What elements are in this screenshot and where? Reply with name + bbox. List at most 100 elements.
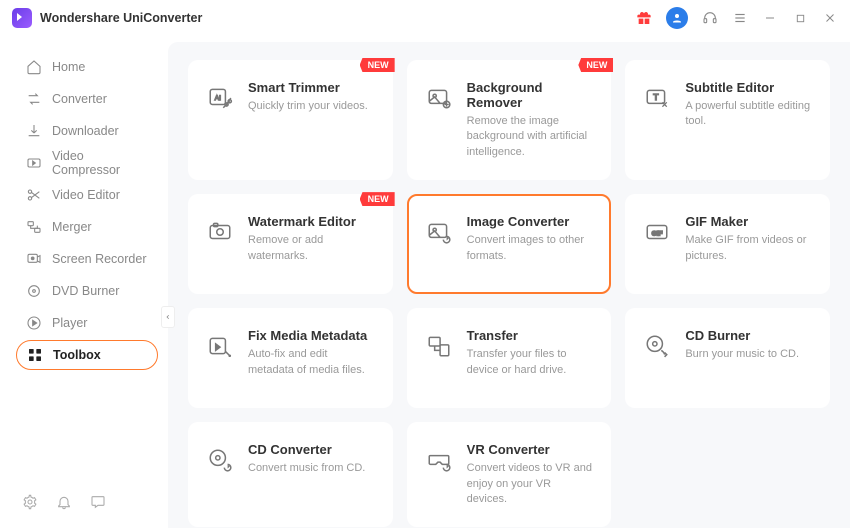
tool-watermark-editor[interactable]: NEW Watermark Editor Remove or add water…	[188, 194, 393, 294]
tool-cd-converter[interactable]: CD Converter Convert music from CD.	[188, 422, 393, 527]
svg-text:AI: AI	[215, 95, 221, 102]
content-area: NEW AI Smart Trimmer Quickly trim your v…	[168, 42, 850, 528]
home-icon	[26, 59, 42, 75]
tool-title: Smart Trimmer	[248, 80, 368, 95]
tool-desc: Convert videos to VR and enjoy on your V…	[467, 461, 594, 507]
tool-desc: Make GIF from videos or pictures.	[685, 233, 812, 264]
gift-icon[interactable]	[636, 10, 652, 26]
sidebar-item-home[interactable]: Home	[16, 52, 158, 82]
tool-desc: A powerful subtitle editing tool.	[685, 99, 812, 130]
subtitle-icon: T	[643, 84, 671, 112]
user-avatar-icon[interactable]	[666, 7, 688, 29]
merger-icon	[26, 219, 42, 235]
settings-icon[interactable]	[22, 494, 38, 510]
smart-trimmer-icon: AI	[206, 84, 234, 112]
sidebar-item-player[interactable]: Player	[16, 308, 158, 338]
vr-icon	[425, 446, 453, 474]
bell-icon[interactable]	[56, 494, 72, 510]
play-icon	[26, 315, 42, 331]
sidebar-item-video-compressor[interactable]: Video Compressor	[16, 148, 158, 178]
sidebar-item-label: Video Editor	[52, 188, 120, 202]
comment-icon[interactable]	[90, 494, 106, 510]
app-title: Wondershare UniConverter	[40, 11, 202, 25]
sidebar-item-dvd-burner[interactable]: DVD Burner	[16, 276, 158, 306]
tool-desc: Quickly trim your videos.	[248, 99, 368, 114]
tool-vr-converter[interactable]: VR Converter Convert videos to VR and en…	[407, 422, 612, 527]
tool-image-converter[interactable]: Image Converter Convert images to other …	[407, 194, 612, 294]
background-remover-icon	[425, 84, 453, 112]
sidebar-item-screen-recorder[interactable]: Screen Recorder	[16, 244, 158, 274]
metadata-icon	[206, 332, 234, 360]
tool-smart-trimmer[interactable]: NEW AI Smart Trimmer Quickly trim your v…	[188, 60, 393, 180]
sidebar-item-video-editor[interactable]: Video Editor	[16, 180, 158, 210]
tool-gif-maker[interactable]: GIF GIF Maker Make GIF from videos or pi…	[625, 194, 830, 294]
tool-desc: Auto-fix and edit metadata of media file…	[248, 347, 375, 378]
svg-text:T: T	[654, 92, 660, 102]
tool-title: GIF Maker	[685, 214, 812, 229]
headset-icon[interactable]	[702, 10, 718, 26]
cd-converter-icon	[206, 446, 234, 474]
sidebar-nav: Home Converter Downloader	[0, 52, 168, 484]
titlebar-left: Wondershare UniConverter	[12, 8, 202, 28]
collapse-sidebar-button[interactable]	[161, 306, 175, 328]
main-area: Home Converter Downloader	[0, 36, 850, 528]
sidebar-item-label: DVD Burner	[52, 284, 119, 298]
image-converter-icon	[425, 218, 453, 246]
tool-title: Transfer	[467, 328, 594, 343]
app-window: Wondershare UniConverter	[0, 0, 850, 528]
watermark-icon	[206, 218, 234, 246]
sidebar-item-label: Merger	[52, 220, 92, 234]
tool-desc: Convert images to other formats.	[467, 233, 594, 264]
compress-icon	[26, 155, 42, 171]
tool-cd-burner[interactable]: CD Burner Burn your music to CD.	[625, 308, 830, 408]
tools-grid: NEW AI Smart Trimmer Quickly trim your v…	[188, 60, 830, 527]
tool-title: Subtitle Editor	[685, 80, 812, 95]
close-icon[interactable]	[822, 10, 838, 26]
cd-burner-icon	[643, 332, 671, 360]
sidebar-footer	[0, 484, 168, 520]
tool-title: Watermark Editor	[248, 214, 375, 229]
converter-icon	[26, 91, 42, 107]
tool-title: Image Converter	[467, 214, 594, 229]
sidebar-item-toolbox[interactable]: Toolbox	[16, 340, 158, 370]
new-badge: NEW	[578, 58, 613, 72]
tool-title: Fix Media Metadata	[248, 328, 375, 343]
sidebar-item-label: Downloader	[52, 124, 119, 138]
sidebar: Home Converter Downloader	[0, 36, 168, 528]
maximize-icon[interactable]	[792, 10, 808, 26]
tool-desc: Convert music from CD.	[248, 461, 365, 476]
titlebar-right	[636, 7, 838, 29]
tool-transfer[interactable]: Transfer Transfer your files to device o…	[407, 308, 612, 408]
toolbox-icon	[27, 347, 43, 363]
record-icon	[26, 251, 42, 267]
tool-desc: Burn your music to CD.	[685, 347, 799, 362]
app-logo-icon	[12, 8, 32, 28]
tool-title: CD Burner	[685, 328, 799, 343]
new-badge: NEW	[360, 192, 395, 206]
tool-title: CD Converter	[248, 442, 365, 457]
scissors-icon	[26, 187, 42, 203]
tool-fix-metadata[interactable]: Fix Media Metadata Auto-fix and edit met…	[188, 308, 393, 408]
minimize-icon[interactable]	[762, 10, 778, 26]
tool-desc: Remove the image background with artific…	[467, 114, 594, 160]
sidebar-item-converter[interactable]: Converter	[16, 84, 158, 114]
sidebar-item-label: Screen Recorder	[52, 252, 147, 266]
menu-icon[interactable]	[732, 10, 748, 26]
tool-title: Background Remover	[467, 80, 594, 110]
sidebar-item-merger[interactable]: Merger	[16, 212, 158, 242]
sidebar-item-downloader[interactable]: Downloader	[16, 116, 158, 146]
disc-icon	[26, 283, 42, 299]
gif-icon: GIF	[643, 218, 671, 246]
tool-subtitle-editor[interactable]: T Subtitle Editor A powerful subtitle ed…	[625, 60, 830, 180]
sidebar-item-label: Toolbox	[53, 348, 101, 362]
tool-background-remover[interactable]: NEW Background Remover Remove the image …	[407, 60, 612, 180]
tool-desc: Transfer your files to device or hard dr…	[467, 347, 594, 378]
titlebar: Wondershare UniConverter	[0, 0, 850, 36]
transfer-icon	[425, 332, 453, 360]
svg-text:GIF: GIF	[652, 230, 663, 237]
tool-title: VR Converter	[467, 442, 594, 457]
new-badge: NEW	[360, 58, 395, 72]
sidebar-item-label: Home	[52, 60, 85, 74]
sidebar-item-label: Player	[52, 316, 87, 330]
sidebar-item-label: Video Compressor	[52, 149, 148, 177]
